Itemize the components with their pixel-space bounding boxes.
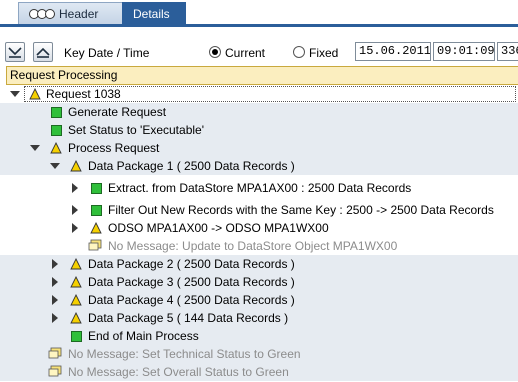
green-status-icon [51, 125, 62, 136]
tree-row[interactable]: Filter Out New Records with the Same Key… [0, 201, 518, 219]
warning-icon [29, 88, 41, 100]
expand-icon[interactable] [30, 145, 40, 151]
warning-icon [70, 258, 82, 270]
tree-row[interactable]: Set Status to 'Executable' [0, 121, 518, 139]
expand-icon[interactable] [72, 183, 78, 193]
green-status-icon [91, 205, 102, 216]
message-icon [48, 347, 62, 359]
green-status-icon [51, 107, 62, 118]
tree-row-label: Data Package 1 ( 2500 Data Records ) [88, 159, 295, 173]
expand-icon[interactable] [52, 277, 58, 287]
tree-row-label: ODSO MPA1AX00 -> ODSO MPA1WX00 [108, 221, 329, 235]
tab-header-label: Header [59, 7, 99, 21]
tree-row-label: Set Status to 'Executable' [68, 123, 204, 137]
tree-row[interactable]: End of Main Process [0, 327, 518, 345]
warning-icon [70, 160, 82, 172]
expand-all-icon [8, 47, 22, 58]
tree-row-label: Extract. from DataStore MPA1AX00 : 2500 … [108, 181, 412, 195]
tree-row-label: No Message: Set Overall Status to Green [68, 365, 289, 379]
warning-icon [50, 142, 62, 154]
expand-icon[interactable] [52, 259, 58, 269]
warning-icon [70, 312, 82, 324]
tree-row[interactable]: No Message: Set Technical Status to Gree… [0, 345, 518, 363]
tree-row-label: Generate Request [68, 105, 167, 119]
green-status-icon [91, 183, 102, 194]
tree-row[interactable]: No Message: Set Overall Status to Green [0, 363, 518, 381]
tree-row-label: Data Package 2 ( 2500 Data Records ) [88, 257, 295, 271]
message-icon [48, 365, 62, 377]
key-date-label: Key Date / Time [64, 46, 150, 60]
tree-row-label: Data Package 4 ( 2500 Data Records ) [88, 293, 295, 307]
tree-row-data-package[interactable]: Data Package 2 ( 2500 Data Records ) [0, 255, 518, 273]
tree-row[interactable]: ODSO MPA1AX00 -> ODSO MPA1WX00 [0, 219, 518, 237]
tab-details-label: Details [133, 7, 170, 21]
tree-row[interactable]: No Message: Update to DataStore Object M… [0, 237, 518, 255]
date-field[interactable]: 15.06.2011 [355, 42, 431, 61]
tab-header[interactable]: Header [18, 2, 126, 24]
tree-row-data-package[interactable]: Data Package 3 ( 2500 Data Records ) [0, 273, 518, 291]
expand-icon[interactable] [72, 205, 78, 215]
expand-icon[interactable] [52, 295, 58, 305]
tab-strip: Header Details [0, 0, 518, 27]
tree-row-data-package[interactable]: Data Package 5 ( 144 Data Records ) [0, 309, 518, 327]
tree-row-process-request[interactable]: Process Request [0, 139, 518, 157]
tree-row[interactable]: Extract. from DataStore MPA1AX00 : 2500 … [0, 179, 518, 197]
tree-row-label: Data Package 3 ( 2500 Data Records ) [88, 275, 295, 289]
tree-row-label: Process Request [68, 141, 160, 155]
tree-row-data-package[interactable]: Data Package 1 ( 2500 Data Records ) [0, 157, 518, 175]
fixed-label: Fixed [309, 46, 339, 60]
expand-icon[interactable] [52, 313, 58, 323]
warning-icon [70, 294, 82, 306]
warning-icon [70, 276, 82, 288]
tree-row[interactable]: Generate Request [0, 103, 518, 121]
extra-field[interactable]: 336 [497, 42, 518, 61]
tree-row-data-package[interactable]: Data Package 4 ( 2500 Data Records ) [0, 291, 518, 309]
time-field[interactable]: 09:01:09 [433, 42, 495, 61]
tree-row-label: Data Package 5 ( 144 Data Records ) [88, 311, 289, 325]
current-label: Current [225, 46, 266, 60]
tree-row-label: No Message: Set Technical Status to Gree… [68, 347, 301, 361]
tree-row-label: Request 1038 [46, 87, 121, 101]
collapse-all-button[interactable] [33, 42, 53, 62]
tree-row-request[interactable]: Request 1038 [0, 85, 518, 103]
expand-icon[interactable] [50, 163, 60, 169]
tree-header: Request Processing [6, 66, 518, 85]
message-icon [88, 239, 102, 251]
tree-row-label: Filter Out New Records with the Same Key… [108, 203, 494, 217]
green-status-icon [71, 331, 82, 342]
expand-icon[interactable] [72, 223, 78, 233]
current-radio[interactable] [209, 46, 221, 58]
traffic-light-icon [29, 8, 55, 19]
tree-row-label: No Message: Update to DataStore Object M… [108, 239, 398, 253]
toolbar: Key Date / Time Current Fixed 15.06.2011… [0, 38, 518, 66]
fixed-radio[interactable] [293, 46, 305, 58]
tab-details[interactable]: Details [122, 2, 186, 24]
expand-all-button[interactable] [5, 42, 25, 62]
warning-icon [90, 222, 102, 234]
tree-row-label: End of Main Process [88, 329, 199, 343]
expand-icon[interactable] [10, 91, 20, 97]
collapse-all-icon [36, 47, 50, 58]
